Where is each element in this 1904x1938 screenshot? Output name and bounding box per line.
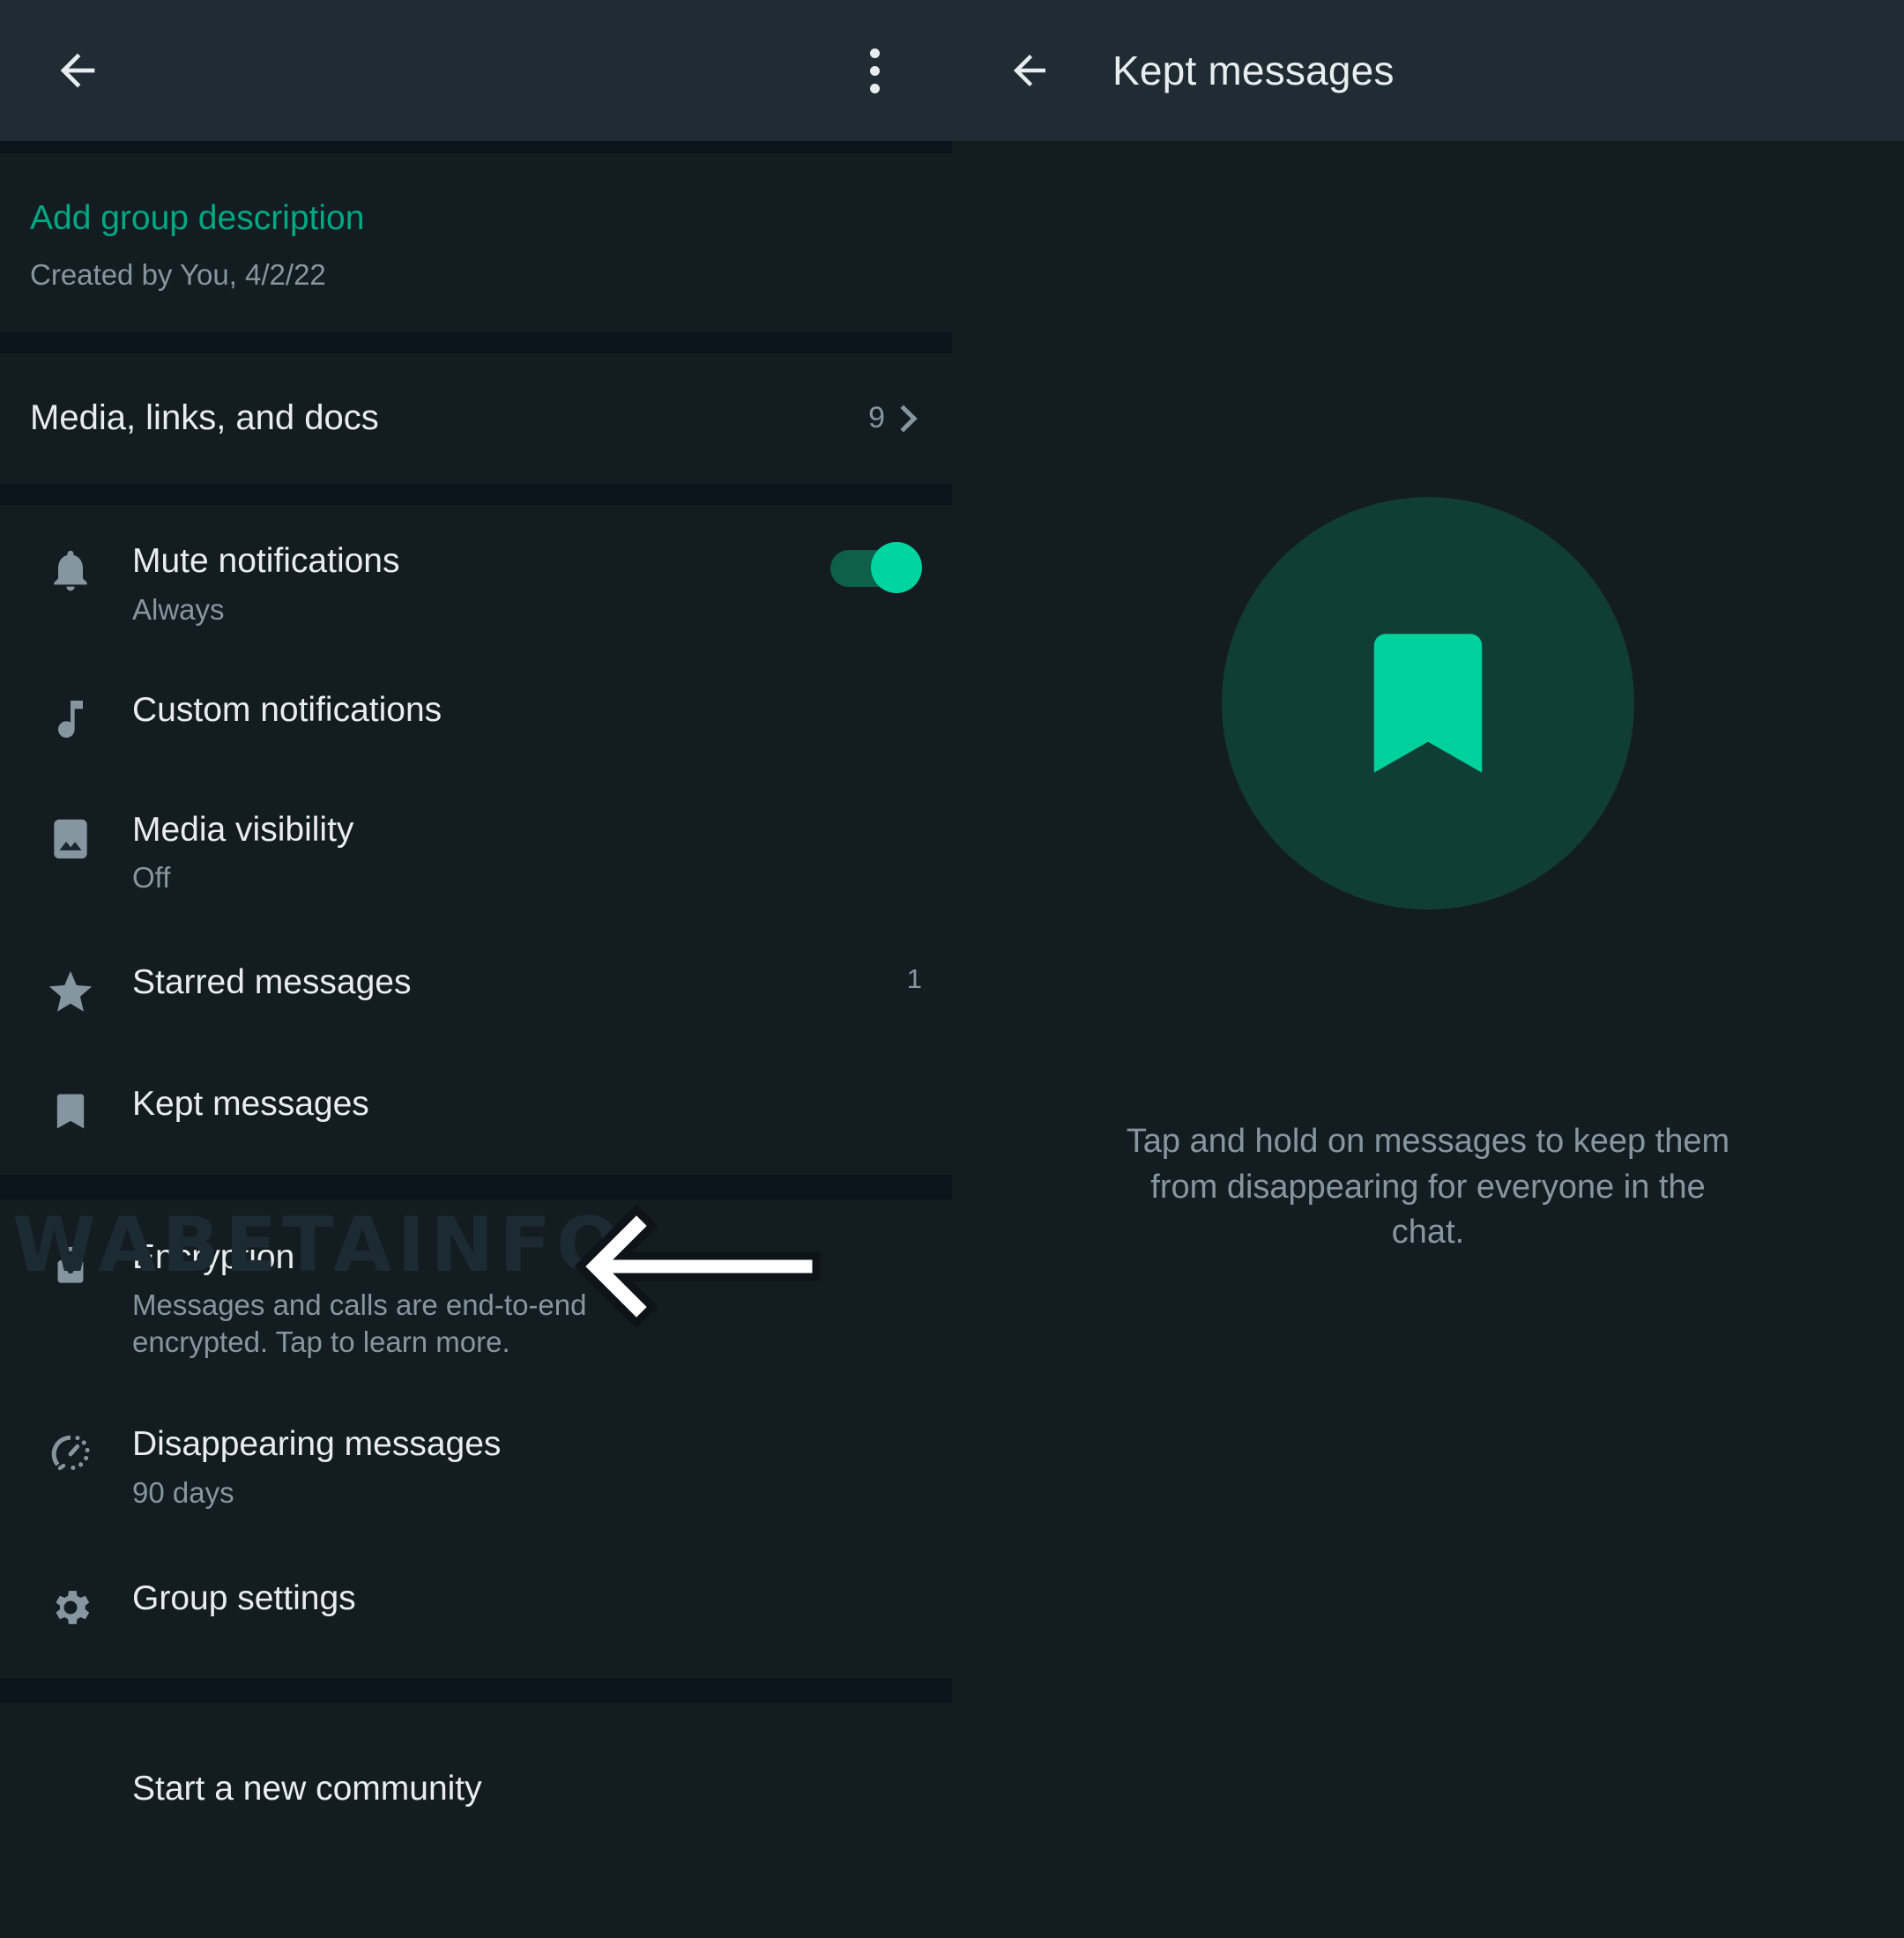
row-title: Kept messages bbox=[132, 1085, 908, 1124]
row-disappearing-messages[interactable]: Disappearing messages 90 days bbox=[0, 1386, 952, 1541]
star-icon-wrap bbox=[30, 963, 111, 1018]
starred-messages-count: 1 bbox=[907, 963, 922, 995]
annotation-arrow bbox=[573, 1200, 829, 1333]
bell-icon bbox=[46, 546, 95, 595]
bell-icon-wrap bbox=[30, 542, 111, 595]
row-media-visibility[interactable]: Media visibility Off bbox=[0, 777, 952, 930]
row-trailing: 1 bbox=[907, 963, 922, 995]
row-title: Custom notifications bbox=[132, 691, 908, 730]
image-icon-wrap bbox=[30, 811, 111, 864]
kept-messages-empty-state: Tap and hold on messages to keep them fr… bbox=[952, 141, 1904, 1938]
community-block: Start a new community bbox=[0, 1703, 952, 1808]
row-media-visibility-body: Media visibility Off bbox=[111, 811, 922, 896]
row-starred-messages[interactable]: Starred messages 1 bbox=[0, 930, 952, 1051]
media-links-docs-row[interactable]: Media, links, and docs 9 bbox=[0, 353, 952, 484]
gear-icon-wrap bbox=[30, 1579, 111, 1632]
media-count: 9 bbox=[868, 401, 885, 435]
row-subtitle: Always bbox=[132, 591, 816, 627]
media-links-docs-label: Media, links, and docs bbox=[30, 398, 379, 438]
music-note-icon-wrap bbox=[30, 691, 111, 744]
arrow-back-icon bbox=[1006, 47, 1053, 94]
chevron-right-icon bbox=[889, 405, 917, 432]
row-mute-notifications[interactable]: Mute notifications Always bbox=[0, 505, 952, 657]
add-group-description-label: Add group description bbox=[30, 199, 922, 239]
row-start-community[interactable]: Start a new community bbox=[0, 1703, 952, 1808]
community-icon-wrap bbox=[30, 1770, 111, 1773]
row-disappearing-body: Disappearing messages 90 days bbox=[111, 1425, 922, 1511]
timer-icon bbox=[45, 1429, 96, 1480]
timer-icon-wrap bbox=[30, 1425, 111, 1480]
music-note-icon bbox=[46, 694, 95, 744]
mute-notifications-toggle[interactable] bbox=[830, 542, 922, 593]
row-subtitle: Off bbox=[132, 859, 908, 895]
row-group-settings[interactable]: Group settings bbox=[0, 1541, 952, 1678]
bookmark-icon bbox=[48, 1088, 93, 1134]
kept-messages-panel: Kept messages WABETAINFO Tap and hold on… bbox=[952, 0, 1904, 1938]
bookmark-icon-wrap bbox=[30, 1085, 111, 1134]
group-info-appbar bbox=[0, 0, 952, 141]
section-gap bbox=[0, 484, 952, 505]
row-title: Starred messages bbox=[132, 963, 893, 1002]
row-title: Start a new community bbox=[132, 1770, 908, 1808]
media-links-docs-block: Media, links, and docs 9 bbox=[0, 353, 952, 484]
section-gap bbox=[0, 1175, 952, 1199]
star-icon bbox=[45, 967, 96, 1018]
section-gap bbox=[0, 141, 952, 153]
row-kept-messages[interactable]: Kept messages bbox=[0, 1051, 952, 1175]
row-group-settings-body: Group settings bbox=[111, 1579, 922, 1618]
lock-icon bbox=[46, 1242, 95, 1291]
row-subtitle: 90 days bbox=[132, 1474, 908, 1511]
kept-messages-appbar: Kept messages bbox=[952, 0, 1904, 141]
back-button[interactable] bbox=[35, 28, 120, 113]
image-icon bbox=[46, 814, 95, 864]
row-custom-notifications[interactable]: Custom notifications bbox=[0, 657, 952, 777]
bookmark-icon bbox=[1335, 611, 1521, 796]
overflow-menu-button[interactable] bbox=[832, 28, 917, 113]
dual-screenshot-composite: Add group description Created by You, 4/… bbox=[0, 0, 1904, 1938]
row-title: Disappearing messages bbox=[132, 1425, 908, 1464]
section-gap bbox=[0, 1678, 952, 1703]
arrow-back-icon bbox=[52, 45, 103, 96]
group-info-panel: Add group description Created by You, 4/… bbox=[0, 0, 952, 1938]
row-starred-body: Starred messages bbox=[111, 963, 907, 1002]
toggle-knob bbox=[871, 542, 922, 593]
section-gap bbox=[0, 332, 952, 353]
row-custom-body: Custom notifications bbox=[111, 691, 922, 730]
group-description-row[interactable]: Add group description Created by You, 4/… bbox=[0, 153, 952, 332]
page-title: Kept messages bbox=[1112, 47, 1395, 94]
more-vert-icon bbox=[870, 48, 880, 93]
lock-icon-wrap bbox=[30, 1238, 111, 1291]
row-title: Media visibility bbox=[132, 811, 908, 850]
notification-settings-block: Mute notifications Always bbox=[0, 505, 952, 1175]
arrow-left-annotation-icon bbox=[573, 1200, 829, 1333]
row-community-body: Start a new community bbox=[111, 1770, 922, 1808]
row-title: Mute notifications bbox=[132, 542, 816, 581]
row-mute-body: Mute notifications Always bbox=[111, 542, 830, 627]
back-button[interactable] bbox=[987, 28, 1072, 113]
row-title: Group settings bbox=[132, 1579, 908, 1618]
row-trailing bbox=[830, 542, 922, 593]
empty-state-icon-circle bbox=[1222, 497, 1634, 910]
gear-icon bbox=[46, 1583, 95, 1632]
group-created-label: Created by You, 4/2/22 bbox=[30, 258, 922, 292]
media-links-docs-trailing: 9 bbox=[868, 401, 922, 435]
row-kept-body: Kept messages bbox=[111, 1085, 922, 1124]
empty-state-message: Tap and hold on messages to keep them fr… bbox=[1119, 1119, 1737, 1256]
